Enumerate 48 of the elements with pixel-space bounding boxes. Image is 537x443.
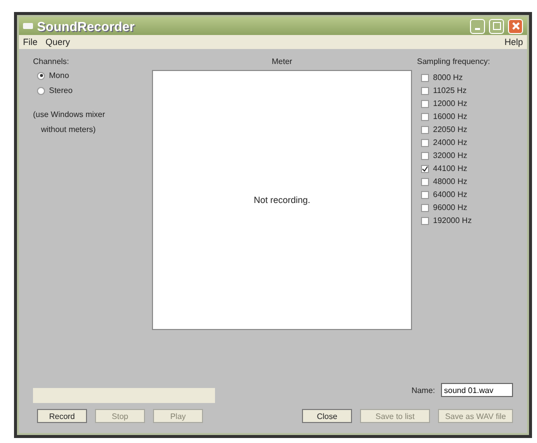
channels-label: Channels:: [33, 57, 70, 66]
menu-item[interactable]: File: [23, 37, 38, 47]
name-field[interactable]: sound 01.wav: [441, 383, 513, 397]
maximize-button[interactable]: [489, 18, 504, 34]
mixer-note: without meters): [40, 125, 97, 134]
app-icon: [23, 23, 33, 29]
meter-label: Meter: [272, 57, 292, 66]
radio-label: Stereo: [49, 86, 73, 95]
mixer-note: (use Windows mixer: [33, 110, 106, 119]
close-icon: [512, 22, 520, 30]
checkbox-label: 11025 Hz: [433, 86, 467, 95]
close-button[interactable]: [508, 18, 523, 34]
minimize-button[interactable]: [470, 18, 485, 34]
checkbox[interactable]: [421, 152, 429, 160]
checkbox[interactable]: [421, 74, 429, 82]
checkbox-label: 22050 Hz: [433, 125, 468, 134]
maximize-icon: [492, 22, 500, 30]
checkbox-label: 64000 Hz: [433, 190, 468, 199]
name-label: Name:: [411, 386, 435, 394]
checkbox-label: 44100 Hz: [433, 164, 468, 173]
checkbox[interactable]: [421, 178, 429, 186]
menu-item[interactable]: Help: [504, 37, 523, 47]
checkbox-label: 8000 Hz: [433, 73, 463, 82]
checkbox-label: 24000 Hz: [433, 138, 468, 147]
window-title: SoundRecorder: [37, 18, 136, 34]
checkbox[interactable]: [421, 86, 429, 94]
checkbox-label: 16000 Hz: [433, 112, 468, 121]
radio-button[interactable]: [37, 72, 45, 80]
transport-button[interactable]: Record: [37, 409, 87, 423]
checkbox[interactable]: [421, 216, 429, 224]
menu-item[interactable]: Query: [46, 37, 70, 47]
checkbox[interactable]: [421, 138, 429, 146]
checkbox-label: 32000 Hz: [433, 151, 468, 160]
checkbox[interactable]: [421, 190, 429, 198]
checkbox[interactable]: [421, 164, 429, 172]
checkbox-label: 48000 Hz: [433, 177, 468, 186]
radio-label: Mono: [49, 71, 70, 80]
checkbox[interactable]: [421, 100, 429, 108]
action-button[interactable]: Close: [302, 409, 352, 423]
checkbox[interactable]: [421, 126, 429, 134]
sampling-label: Sampling frequency:: [417, 57, 491, 66]
checkbox[interactable]: [421, 112, 429, 120]
recording-status: Not recording.: [254, 195, 310, 205]
checkbox-label: 96000 Hz: [433, 203, 468, 212]
radio-button[interactable]: [37, 86, 45, 94]
checkbox-label: 12000 Hz: [433, 99, 468, 108]
checkbox[interactable]: [421, 204, 429, 212]
checkbox-label: 192000 Hz: [433, 216, 472, 225]
